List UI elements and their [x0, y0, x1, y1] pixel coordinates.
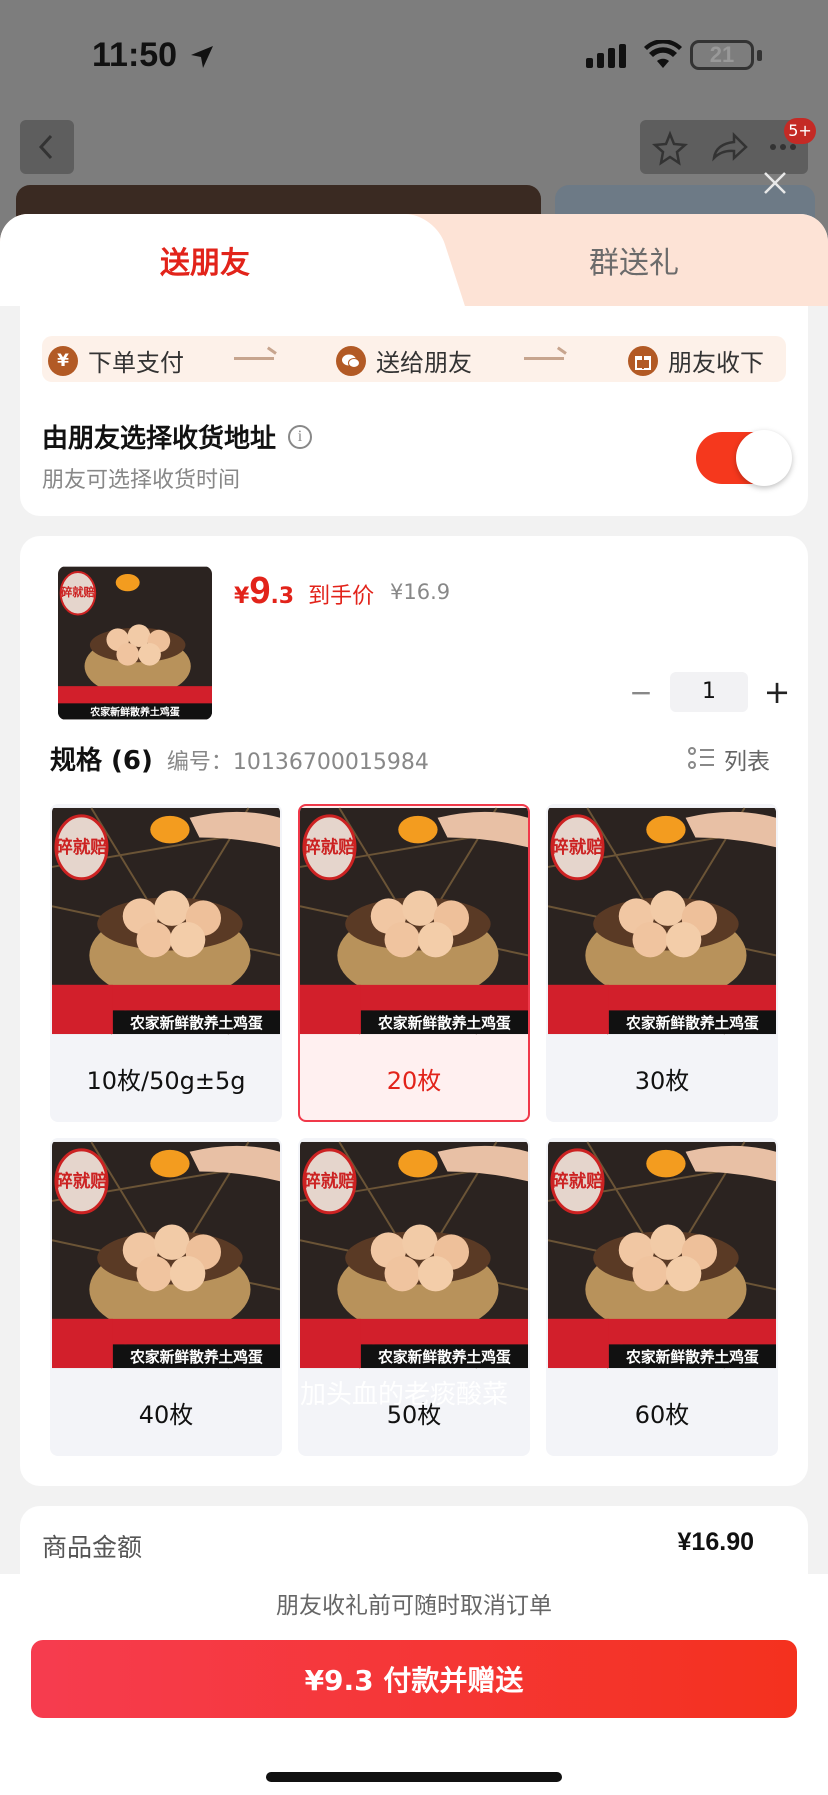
spec-badge: 碎就赔: [551, 1170, 604, 1192]
product-thumbnail: 农家新鲜散养土鸡蛋 碎就赔: [58, 566, 212, 720]
gift-icon: [628, 345, 658, 376]
price-integer: 9: [249, 570, 271, 612]
spec-badge: 碎就赔: [303, 1170, 356, 1192]
egg-basket-image: 碎就赔 农家新鲜散养土鸡蛋: [300, 1141, 528, 1369]
flow-step-label: 下单支付: [88, 349, 184, 377]
egg-basket-image: 碎就赔 农家新鲜散养土鸡蛋: [300, 807, 528, 1035]
arrow-icon: [234, 357, 274, 360]
spec-option-label: 20枚: [386, 1066, 442, 1095]
spec-number: 编号：10136700015984: [166, 750, 429, 775]
egg-basket-image: 碎就赔 农家新鲜散养土鸡蛋: [548, 807, 776, 1035]
list-icon: [688, 747, 714, 771]
battery-tip: [757, 50, 762, 61]
toggle-knob: [736, 430, 792, 486]
address-title: 由朋友选择收货地址: [42, 424, 277, 454]
list-view-button[interactable]: 列表: [688, 742, 770, 776]
tab-label: 送朋友: [160, 246, 250, 281]
product-card: 农家新鲜散养土鸡蛋 碎就赔 ¥ 9 .3 到手价 ¥16.9 − 1 + 规格 …: [20, 536, 808, 1486]
info-icon[interactable]: i: [288, 424, 313, 449]
price-symbol: ¥: [234, 584, 250, 609]
quantity-stepper: − 1 +: [624, 672, 794, 712]
spec-option[interactable]: 碎就赔 农家新鲜散养土鸡蛋 20枚: [298, 804, 530, 1122]
cancel-note: 朋友收礼前可随时取消订单: [276, 1593, 552, 1619]
address-option: 由朋友选择收货地址 i: [42, 418, 313, 455]
flow-step-label: 送给朋友: [376, 349, 472, 377]
spec-caption: 农家新鲜散养土鸡蛋: [377, 1014, 511, 1032]
location-arrow-icon: [191, 46, 213, 68]
spec-header: 规格 (6) 编号：10136700015984: [50, 740, 429, 777]
spec-caption: 农家新鲜散养土鸡蛋: [129, 1014, 263, 1032]
spec-grid: 碎就赔 农家新鲜散养土鸡蛋 10枚/50g±5g 碎就赔 农家新鲜散养土鸡蛋 2…: [50, 804, 778, 1456]
egg-basket-image: 农家新鲜散养土鸡蛋 碎就赔: [58, 566, 212, 720]
spec-caption: 农家新鲜散养土鸡蛋: [129, 1348, 263, 1366]
spec-option[interactable]: 碎就赔 农家新鲜散养土鸡蛋 60枚: [546, 1138, 778, 1456]
spec-badge: 碎就赔: [551, 836, 604, 858]
price-decimal: .3: [270, 584, 295, 609]
status-time: 11:50: [92, 36, 178, 74]
overlay-text: 加头血的老痰酸菜: [300, 1380, 509, 1410]
spec-option-label: 60枚: [634, 1400, 690, 1429]
wechat-icon: [336, 345, 366, 376]
spec-badge: 碎就赔: [303, 836, 356, 858]
notification-badge: 5+: [784, 118, 816, 144]
status-bar: 11:50 21: [0, 0, 828, 110]
gift-sheet: 送朋友 群送礼 ¥ 下单支付 送给朋友 朋友收下 由朋友选择收货地址 i 朋友可…: [0, 214, 828, 1795]
yen-icon: ¥: [48, 345, 78, 376]
spec-caption: 农家新鲜散养土鸡蛋: [625, 1014, 759, 1032]
amount-label: 商品金额: [42, 1533, 143, 1562]
egg-basket-image: 碎就赔 农家新鲜散养土鸡蛋: [52, 807, 280, 1035]
decrease-button[interactable]: −: [624, 676, 658, 709]
close-icon[interactable]: [758, 166, 792, 200]
gift-flow: ¥ 下单支付 送给朋友 朋友收下: [42, 336, 786, 382]
thumb-badge: 碎就赔: [61, 585, 95, 599]
spec-option-label: 10枚/50g±5g: [86, 1066, 246, 1095]
chevron-left-icon: [38, 134, 53, 160]
spec-option[interactable]: 碎就赔 农家新鲜散养土鸡蛋 10枚/50g±5g: [50, 804, 282, 1122]
spec-title: 规格 (6): [50, 746, 153, 776]
spec-option-label: 40枚: [138, 1400, 194, 1429]
egg-basket-image: 碎就赔 农家新鲜散养土鸡蛋: [548, 1141, 776, 1369]
flow-step-send: 送给朋友: [336, 343, 472, 378]
tab-bar: 送朋友 群送礼: [0, 214, 828, 306]
gift-flow-card: ¥ 下单支付 送给朋友 朋友收下 由朋友选择收货地址 i 朋友可选择收货时间: [20, 306, 808, 516]
tab-group-gift[interactable]: 群送礼: [440, 214, 828, 306]
flow-step-receive: 朋友收下: [628, 343, 764, 378]
cellular-signal-icon: [586, 44, 626, 68]
egg-basket-image: 碎就赔 农家新鲜散养土鸡蛋: [52, 1141, 280, 1369]
back-button[interactable]: [20, 120, 74, 174]
thumb-caption: 农家新鲜散养土鸡蛋: [89, 705, 180, 718]
wifi-icon: [644, 40, 682, 68]
tab-send-friend[interactable]: 送朋友: [0, 214, 420, 306]
home-indicator: [266, 1772, 562, 1782]
spec-option[interactable]: 碎就赔 农家新鲜散养土鸡蛋 40枚: [50, 1138, 282, 1456]
address-subtitle: 朋友可选择收货时间: [42, 468, 241, 493]
increase-button[interactable]: +: [760, 673, 794, 711]
flow-step-pay: ¥ 下单支付: [48, 343, 184, 378]
spec-caption: 农家新鲜散养土鸡蛋: [625, 1348, 759, 1366]
spec-badge: 碎就赔: [55, 1170, 108, 1192]
product-price: ¥ 9 .3 到手价: [234, 570, 374, 613]
flow-step-label: 朋友收下: [668, 349, 764, 377]
spec-option[interactable]: 碎就赔 农家新鲜散养土鸡蛋 30枚: [546, 804, 778, 1122]
quantity-input[interactable]: 1: [670, 672, 748, 712]
battery-level: 21: [709, 42, 735, 67]
original-price: ¥16.9: [390, 580, 451, 604]
pay-and-gift-button[interactable]: ¥9.3 付款并赠送: [31, 1640, 797, 1718]
amount-value: ¥16.90: [677, 1528, 754, 1556]
footer-bar: 朋友收礼前可随时取消订单 ¥9.3 付款并赠送: [0, 1574, 828, 1795]
spec-caption: 农家新鲜散养土鸡蛋: [377, 1348, 511, 1366]
price-tag: 到手价: [308, 584, 375, 609]
spec-badge: 碎就赔: [55, 836, 108, 858]
address-toggle[interactable]: [696, 430, 792, 486]
battery-icon: 21: [690, 40, 754, 70]
list-label: 列表: [724, 749, 770, 775]
spec-option-label: 30枚: [634, 1066, 690, 1095]
arrow-icon: [524, 357, 564, 360]
